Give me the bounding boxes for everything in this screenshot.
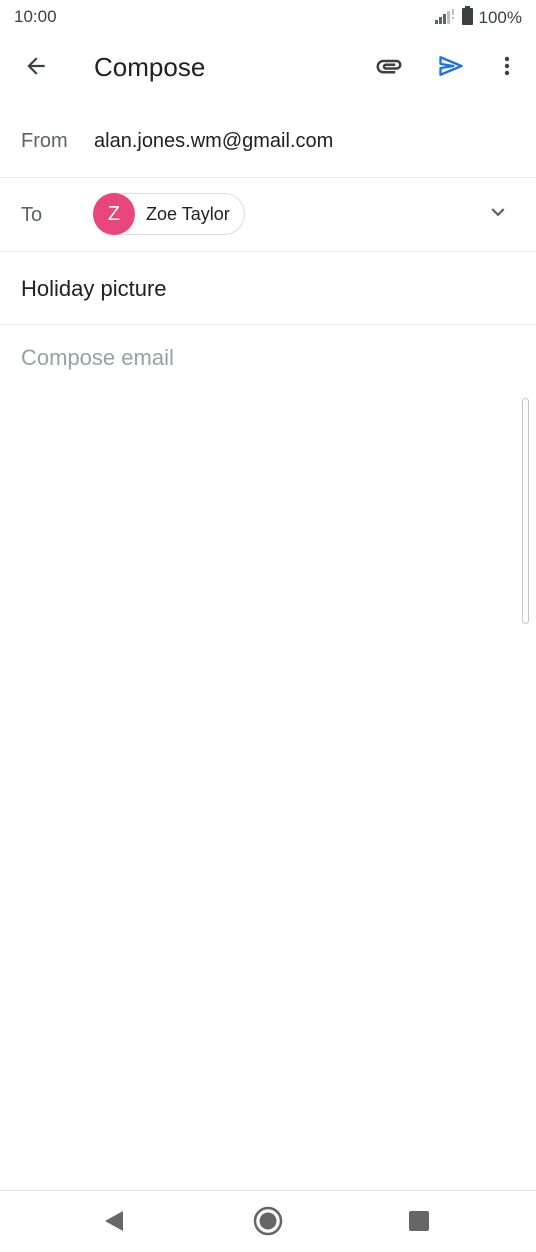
from-account[interactable]: alan.jones.wm@gmail.com: [94, 130, 333, 153]
battery-icon: [461, 6, 473, 30]
paperclip-icon: [374, 51, 404, 86]
recipient-chip[interactable]: Z Zoe Taylor: [93, 193, 245, 235]
nav-back-icon: [103, 1209, 125, 1238]
send-icon: [437, 52, 465, 85]
recipient-name: Zoe Taylor: [146, 203, 230, 224]
to-label: To: [21, 204, 43, 226]
avatar: Z: [93, 193, 135, 235]
send-button[interactable]: [427, 44, 475, 92]
from-label: From: [21, 130, 68, 152]
subject-row[interactable]: Holiday picture: [0, 252, 536, 325]
more-vert-icon: [495, 54, 519, 83]
system-nav-bar: [0, 1190, 536, 1252]
nav-back-button[interactable]: [90, 1199, 138, 1247]
nav-recents-button[interactable]: [395, 1199, 443, 1247]
subject-field[interactable]: Holiday picture: [21, 276, 167, 302]
body-field[interactable]: Compose email: [21, 345, 511, 371]
expand-recipients-button[interactable]: [474, 190, 522, 238]
attach-button[interactable]: [365, 44, 413, 92]
back-arrow-icon: [23, 53, 49, 84]
back-button[interactable]: [12, 44, 60, 92]
scrollbar[interactable]: [522, 398, 529, 624]
status-bar: 10:00 100%: [0, 0, 536, 34]
nav-home-button[interactable]: [244, 1199, 292, 1247]
from-row[interactable]: From alan.jones.wm@gmail.com: [0, 104, 536, 178]
to-row[interactable]: To Z Zoe Taylor: [0, 178, 536, 252]
app-bar: Compose: [0, 34, 536, 104]
status-time: 10:00: [14, 7, 57, 26]
more-options-button[interactable]: [483, 44, 531, 92]
signal-icon: [434, 7, 456, 30]
chevron-down-icon: [485, 199, 511, 230]
nav-home-icon: [253, 1206, 283, 1241]
nav-recents-icon: [408, 1210, 430, 1237]
status-icons: 100%: [434, 6, 522, 30]
page-title: Compose: [94, 52, 206, 82]
compose-screen: 10:00 100% Compose From alan.jones.wm@gm…: [0, 0, 536, 1252]
battery-percent: 100%: [478, 8, 522, 27]
